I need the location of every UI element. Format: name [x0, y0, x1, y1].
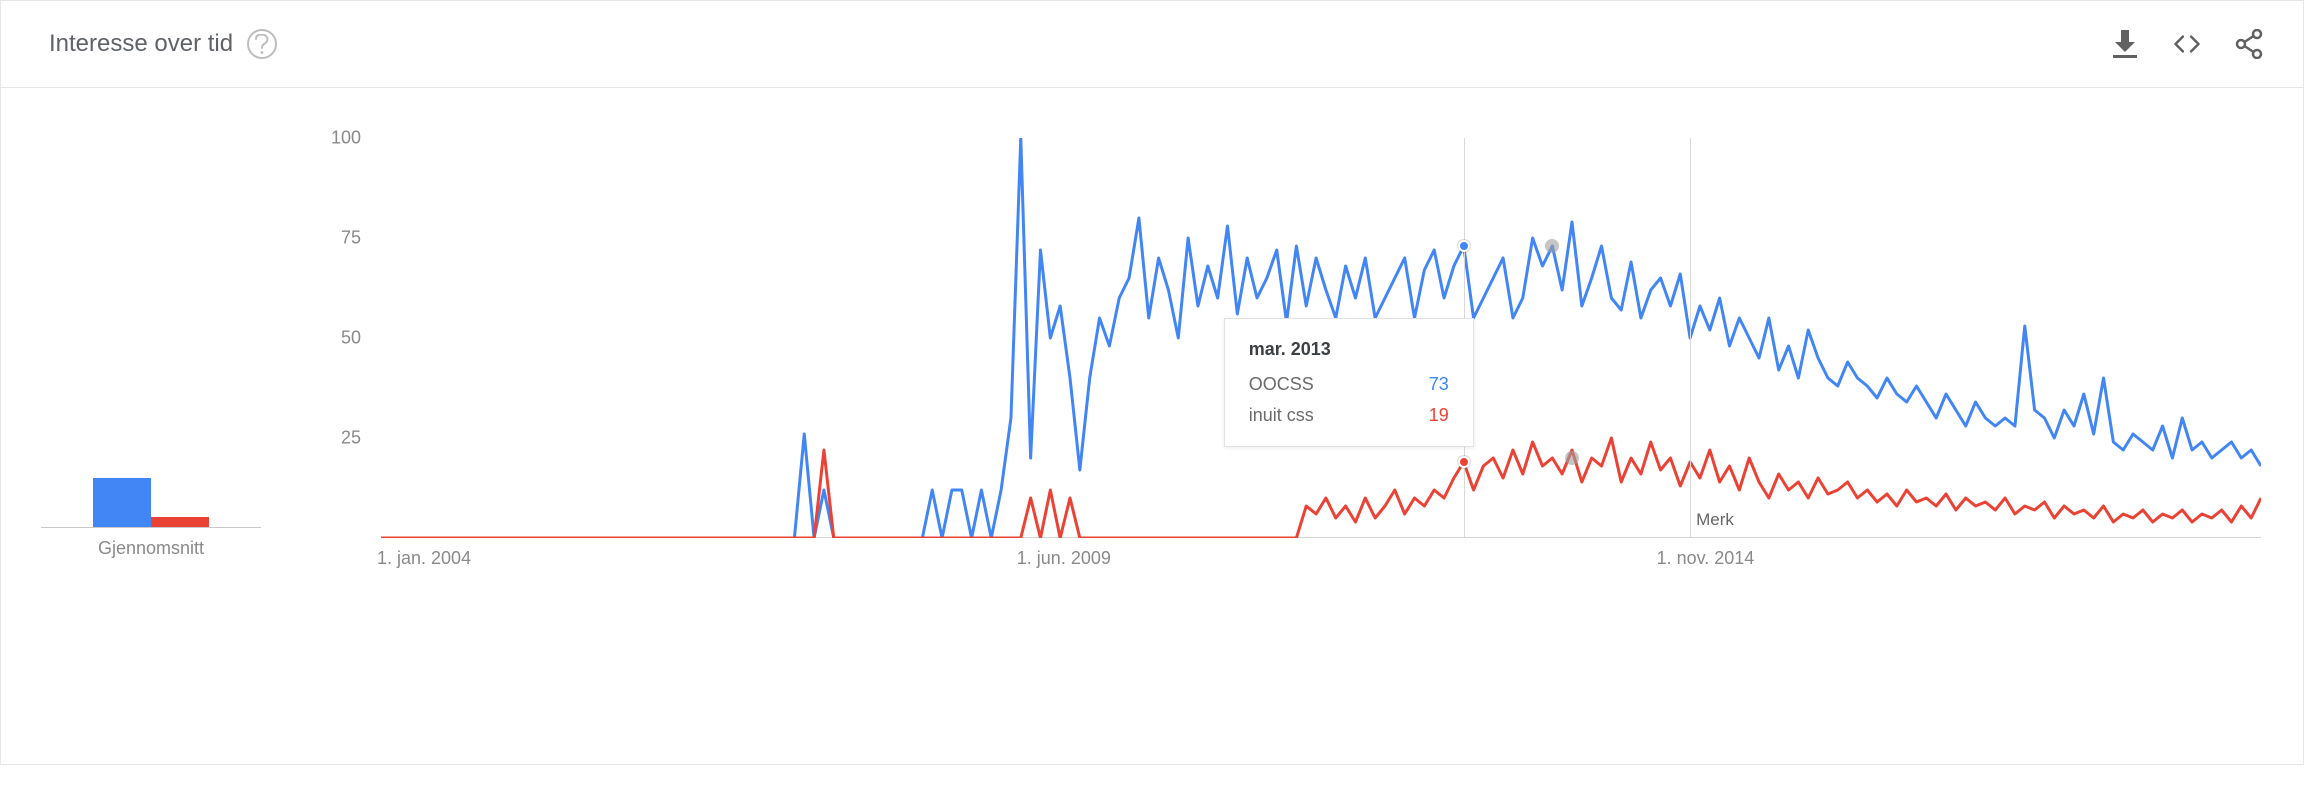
line-inuit-css [381, 438, 2261, 538]
tooltip-series-value: 19 [1429, 405, 1449, 426]
card-title: Interesse over tid [49, 30, 233, 58]
x-tick: 1. nov. 2014 [1657, 548, 1755, 569]
y-tick: 25 [341, 428, 361, 449]
y-tick: 100 [331, 128, 361, 149]
plot-area[interactable]: Merk mar. 2013 OOCSS 73 inuit css 19 [381, 138, 2261, 538]
tooltip-series-name: inuit css [1249, 405, 1314, 426]
trends-card: Interesse over tid [0, 0, 2304, 765]
y-tick: 50 [341, 328, 361, 349]
hover-marker-oocss [1458, 240, 1470, 252]
average-bars [41, 348, 261, 528]
y-tick: 75 [341, 228, 361, 249]
ghost-marker [1545, 239, 1559, 253]
x-tick: 1. jun. 2009 [1017, 548, 1111, 569]
help-icon[interactable] [247, 29, 277, 59]
x-tick: 1. jan. 2004 [377, 548, 471, 569]
note-line [1690, 138, 1691, 537]
avg-bar-oocss [93, 478, 151, 528]
chart-area[interactable]: 255075100 Merk mar. 2013 OOCSS73inuit cs… [311, 138, 2271, 698]
average-label: Gjennomsnitt [41, 538, 261, 559]
hover-tooltip: mar. 2013 OOCSS 73 inuit css 19 [1224, 318, 1474, 447]
avg-bar-inuit-css [151, 517, 209, 528]
note-marker[interactable]: Merk [1696, 510, 1734, 530]
tooltip-row: inuit css 19 [1249, 405, 1449, 426]
share-icon[interactable] [2235, 30, 2263, 58]
card-body: Gjennomsnitt 25 50 75 100 Merk mar. 2013 OO… [1, 88, 2303, 764]
tooltip-series-name: OOCSS [1249, 374, 1314, 395]
header-left: Interesse over tid [49, 29, 277, 59]
average-block: Gjennomsnitt [41, 348, 261, 559]
download-icon[interactable] [2111, 30, 2139, 58]
tooltip-date: mar. 2013 [1249, 339, 1449, 360]
card-header: Interesse over tid [1, 1, 2303, 88]
embed-icon[interactable] [2173, 30, 2201, 58]
ghost-marker [1565, 451, 1579, 465]
tooltip-series-value: 73 [1429, 374, 1449, 395]
y-axis: 255075100 [311, 138, 371, 538]
header-actions [2111, 30, 2263, 58]
hover-marker-inuit-css [1458, 456, 1470, 468]
x-axis: 1. jan. 20041. jun. 20091. nov. 2014 [381, 548, 2261, 578]
tooltip-row: OOCSS 73 [1249, 374, 1449, 395]
